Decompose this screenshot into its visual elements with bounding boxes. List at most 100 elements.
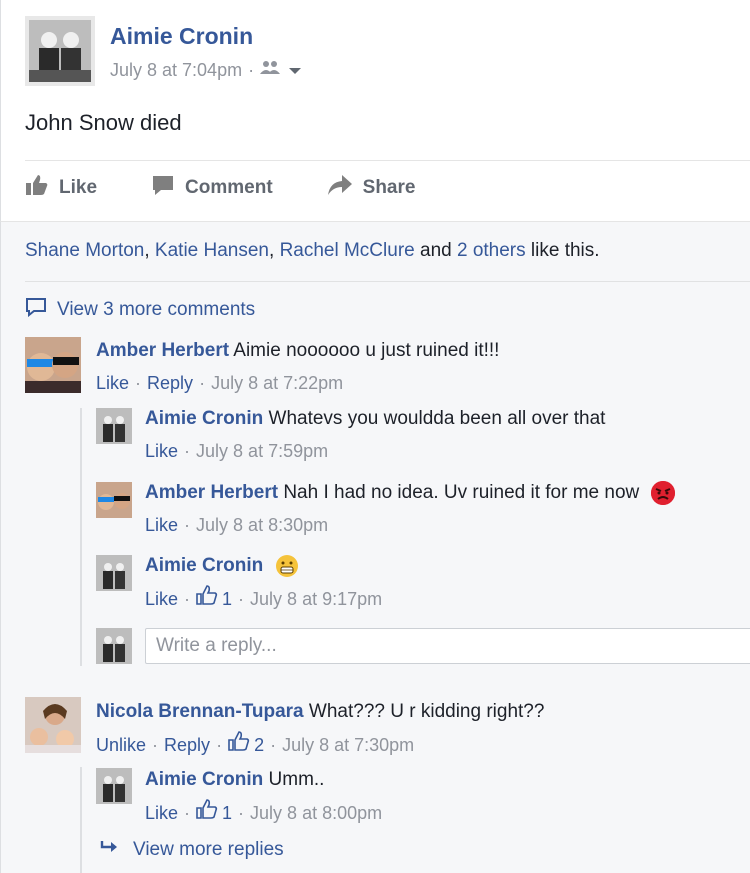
- dot-separator: ·: [152, 734, 159, 755]
- likes-suffix: like this.: [530, 240, 600, 261]
- reply-like-link[interactable]: Like: [145, 586, 178, 612]
- reply-like-link[interactable]: Like: [145, 512, 178, 538]
- comment-author[interactable]: Nicola Brennan-Tupara: [96, 701, 304, 722]
- dot-separator: ·: [238, 588, 245, 609]
- reply-like-link[interactable]: Like: [145, 800, 178, 826]
- comments-section: Shane Morton, Katie Hansen, Rachel McClu…: [0, 221, 750, 873]
- view-more-replies-label: View more replies: [133, 839, 284, 860]
- share-icon: [327, 174, 353, 202]
- comment-reply-link[interactable]: Reply: [164, 732, 210, 758]
- chevron-down-icon[interactable]: [288, 60, 302, 81]
- share-label: Share: [362, 177, 416, 198]
- reply-author[interactable]: Aimie Cronin: [145, 769, 263, 790]
- avatar[interactable]: [25, 337, 81, 393]
- like-count[interactable]: 1: [196, 585, 232, 612]
- share-button[interactable]: Share: [327, 174, 416, 202]
- like-count-value: 1: [222, 588, 233, 609]
- like-count[interactable]: 1: [196, 799, 232, 826]
- comment-reply-link[interactable]: Reply: [147, 370, 193, 396]
- reply-thread-rail: [80, 767, 82, 873]
- avatar[interactable]: [96, 482, 132, 518]
- and-text: and: [420, 240, 452, 261]
- post-card: Aimie Cronin July 8 at 7:04pm · John Sno…: [0, 0, 750, 221]
- comment-unlike-link[interactable]: Unlike: [96, 732, 146, 758]
- avatar[interactable]: [96, 768, 132, 804]
- post-text: John Snow died: [25, 110, 182, 135]
- view-more-replies[interactable]: View more replies: [99, 839, 284, 861]
- post-timestamp[interactable]: July 8 at 7:04pm: [110, 60, 242, 81]
- dot-separator: ·: [184, 515, 191, 535]
- thumbs-up-icon: [196, 799, 218, 826]
- comment-timestamp[interactable]: July 8 at 7:30pm: [282, 732, 414, 758]
- speech-bubble-icon: [25, 297, 47, 323]
- dot-separator: ·: [216, 734, 223, 755]
- liker-name[interactable]: Katie Hansen: [155, 240, 269, 261]
- reply-body: Aimie Cronin Umm.. Like · 1 · July 8 at …: [145, 767, 382, 826]
- comment-like-link[interactable]: Like: [96, 370, 129, 396]
- comment-button[interactable]: Comment: [151, 174, 273, 202]
- comment-text: What??? U r kidding right??: [308, 701, 545, 722]
- comma: ,: [269, 240, 275, 261]
- like-count[interactable]: 2: [228, 731, 264, 758]
- comment-body: Nicola Brennan-Tupara What??? U r kiddin…: [96, 699, 544, 758]
- thumbs-up-icon: [196, 585, 218, 612]
- avatar[interactable]: [96, 555, 132, 591]
- like-count-value: 1: [222, 802, 233, 823]
- dot-separator: ·: [135, 373, 142, 393]
- liker-name[interactable]: Rachel McClure: [280, 240, 415, 261]
- avatar[interactable]: [25, 697, 81, 753]
- view-more-comments[interactable]: View 3 more comments: [25, 297, 255, 323]
- reply-body: Amber Herbert Nah I had no idea. Uv ruin…: [145, 480, 675, 538]
- post-author-avatar[interactable]: [25, 16, 95, 86]
- reply-body: Aimie Cronin Whatevs you wouldda been al…: [145, 406, 605, 464]
- reactions-divider: [25, 281, 750, 282]
- post-author-name[interactable]: Aimie Cronin: [110, 23, 253, 50]
- comment-body: Amber Herbert Aimie noooooo u just ruine…: [96, 338, 499, 396]
- meta-separator: ·: [248, 60, 255, 80]
- liker-name[interactable]: Shane Morton: [25, 240, 144, 261]
- dot-separator: ·: [184, 441, 191, 461]
- reply-author[interactable]: Aimie Cronin: [145, 555, 263, 576]
- dot-separator: ·: [238, 802, 245, 823]
- reply-text: Whatevs you wouldda been all over that: [268, 408, 606, 429]
- reply-timestamp[interactable]: July 8 at 8:30pm: [196, 512, 328, 538]
- friends-icon[interactable]: [260, 60, 282, 81]
- reply-timestamp[interactable]: July 8 at 7:59pm: [196, 438, 328, 464]
- dot-separator: ·: [199, 373, 206, 393]
- like-count-value: 2: [254, 734, 265, 755]
- post-divider: [25, 160, 750, 161]
- avatar[interactable]: [96, 408, 132, 444]
- reply-author[interactable]: Amber Herbert: [145, 482, 278, 503]
- reply-timestamp[interactable]: July 8 at 9:17pm: [250, 586, 382, 612]
- post-actions: Like Comment Share: [25, 174, 469, 202]
- like-label: Like: [59, 177, 98, 198]
- comma: ,: [144, 240, 150, 261]
- dot-separator: ·: [184, 802, 191, 823]
- thumbs-up-icon: [228, 731, 250, 758]
- comment-author[interactable]: Amber Herbert: [96, 340, 229, 361]
- reply-timestamp[interactable]: July 8 at 8:00pm: [250, 800, 382, 826]
- reply-thread-rail: [80, 408, 82, 666]
- reply-author[interactable]: Aimie Cronin: [145, 408, 263, 429]
- reply-like-link[interactable]: Like: [145, 438, 178, 464]
- like-icon: [25, 174, 49, 202]
- others-link[interactable]: 2 others: [457, 240, 526, 261]
- view-more-comments-label: View 3 more comments: [57, 299, 256, 320]
- angry-face-icon: [650, 480, 675, 505]
- dot-separator: ·: [184, 588, 191, 609]
- comment-label: Comment: [185, 177, 273, 198]
- grimacing-face-icon: [275, 554, 299, 578]
- reply-text: Nah I had no idea. Uv ruined it for me n…: [283, 482, 640, 503]
- dot-separator: ·: [270, 734, 277, 755]
- reactions-summary: Shane Morton, Katie Hansen, Rachel McClu…: [25, 240, 600, 262]
- reply-arrow-icon: [99, 839, 119, 861]
- comment-icon: [151, 174, 175, 202]
- like-button[interactable]: Like: [25, 174, 97, 202]
- avatar: [96, 628, 132, 664]
- comment-text: Aimie noooooo u just ruined it!!!: [233, 340, 500, 361]
- reply-input[interactable]: [145, 628, 750, 664]
- reply-text: Umm..: [268, 769, 325, 790]
- comment-timestamp[interactable]: July 8 at 7:22pm: [211, 370, 343, 396]
- post-meta: July 8 at 7:04pm ·: [110, 60, 302, 81]
- reply-body: Aimie Cronin Like · 1 · July 8 at 9:17pm: [145, 553, 382, 612]
